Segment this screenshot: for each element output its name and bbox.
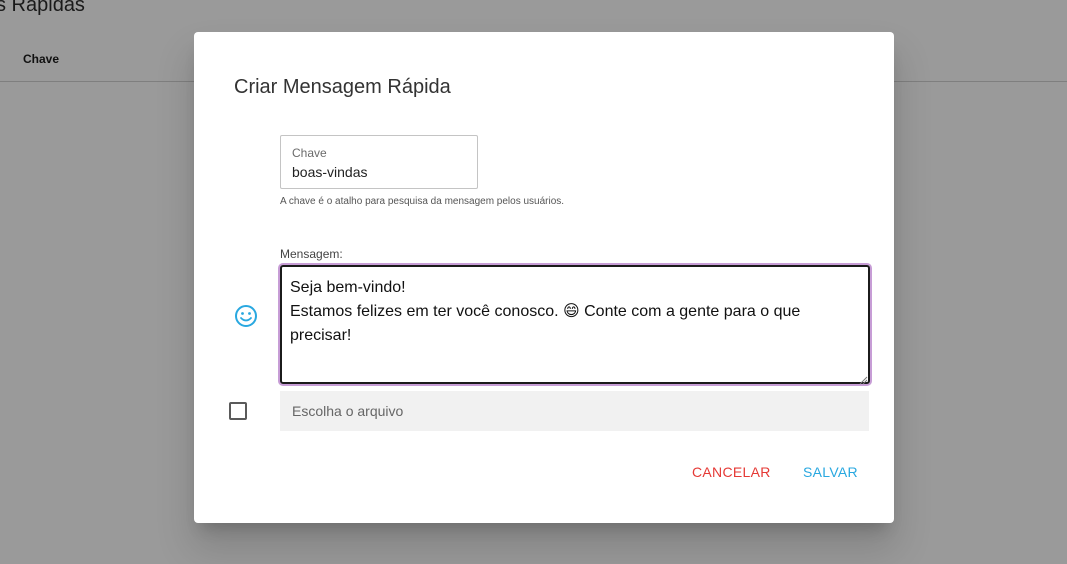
- key-field-value[interactable]: boas-vindas: [292, 164, 368, 180]
- save-button[interactable]: SALVAR: [803, 464, 858, 480]
- smiley-icon[interactable]: [233, 303, 259, 329]
- dialog-title: Criar Mensagem Rápida: [234, 76, 451, 98]
- key-field-label: Chave: [292, 146, 327, 160]
- cancel-button[interactable]: CANCELAR: [692, 464, 771, 480]
- page-title: s Rápidas: [0, 0, 85, 16]
- file-input-placeholder: Escolha o arquivo: [292, 403, 404, 419]
- message-textarea[interactable]: Seja bem-vindo! Estamos felizes em ter v…: [280, 265, 870, 384]
- key-field-helper-text: A chave é o atalho para pesquisa da mens…: [280, 196, 565, 207]
- message-label: Mensagem:: [280, 247, 343, 261]
- create-quick-message-dialog: Criar Mensagem Rápida Chave boas-vindas …: [194, 32, 894, 523]
- table-column-header-key: Chave: [23, 52, 60, 66]
- resize-handle-icon[interactable]: [858, 372, 868, 385]
- file-input[interactable]: Escolha o arquivo: [280, 391, 869, 431]
- attach-file-checkbox[interactable]: [229, 402, 247, 420]
- key-field[interactable]: Chave boas-vindas: [280, 135, 478, 189]
